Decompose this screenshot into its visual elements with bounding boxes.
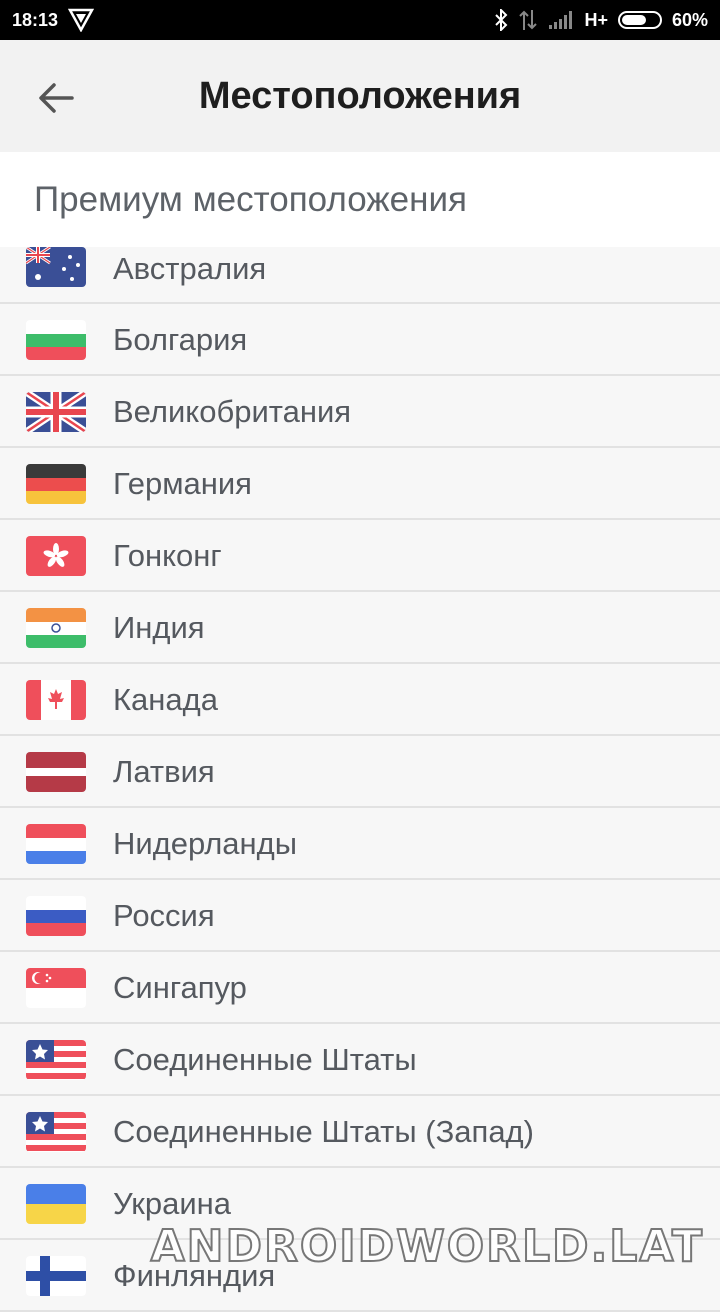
battery-icon [617,11,662,29]
list-item[interactable]: Германия [0,448,720,520]
vpn-shield-icon [68,8,95,32]
location-label: Соединенные Штаты (Запад) [113,1114,534,1149]
status-bar: 18:13 H+ 60% [0,0,720,40]
list-item[interactable]: Соединенные Штаты [0,1024,720,1096]
list-item[interactable]: Гонконг [0,520,720,592]
flag-latvia-icon [26,752,86,792]
list-item[interactable]: Сингапур [0,952,720,1024]
flag-uk-icon [26,392,86,432]
flag-australia-icon [26,247,86,287]
list-item[interactable]: Австралия [0,247,720,304]
location-label: Сингапур [113,970,247,1005]
location-label: Гонконг [113,538,222,573]
location-label: Латвия [113,754,215,789]
flag-usa-icon [26,1112,86,1152]
app-bar: Местоположения [0,40,720,152]
flag-germany-icon [26,464,86,504]
location-label: Соединенные Штаты [113,1042,417,1077]
location-label: Германия [113,466,252,501]
battery-percent: 60% [671,9,708,30]
bluetooth-icon [494,9,508,31]
location-label: Нидерланды [113,826,298,861]
section-header: Премиум местоположения [0,152,720,247]
flag-russia-icon [26,896,86,936]
location-label: Болгария [113,322,248,357]
network-type: H+ [584,9,608,30]
back-button[interactable] [28,70,84,126]
list-item[interactable]: Латвия [0,736,720,808]
locations-list[interactable]: Австралия Болгария Великобритания Герман… [0,247,720,1312]
flag-bulgaria-icon [26,320,86,360]
list-item[interactable]: Нидерланды [0,808,720,880]
flag-hongkong-icon [26,536,86,576]
location-label: Великобритания [113,394,352,429]
location-label: Россия [113,898,215,933]
flag-canada-icon [26,680,86,720]
flag-usa-icon [26,1040,86,1080]
signal-icon [548,10,574,30]
list-item[interactable]: Канада [0,664,720,736]
arrow-left-icon [39,83,74,113]
location-label: Индия [113,610,205,645]
section-title: Премиум местоположения [34,180,467,219]
page-title: Местоположения [198,74,522,117]
watermark-text: ANDROIDWORLD.LAT [150,1220,704,1273]
flag-singapore-icon [26,968,86,1008]
list-item[interactable]: Соединенные Штаты (Запад) [0,1096,720,1168]
list-item[interactable]: Великобритания [0,376,720,448]
status-time: 18:13 [12,9,59,30]
location-label: Австралия [113,251,267,286]
data-arrows-icon [518,9,538,31]
list-item[interactable]: Индия [0,592,720,664]
flag-netherlands-icon [26,824,86,864]
list-item[interactable]: Болгария [0,304,720,376]
list-item[interactable]: Россия [0,880,720,952]
flag-india-icon [26,608,86,648]
location-label: Канада [113,682,218,717]
